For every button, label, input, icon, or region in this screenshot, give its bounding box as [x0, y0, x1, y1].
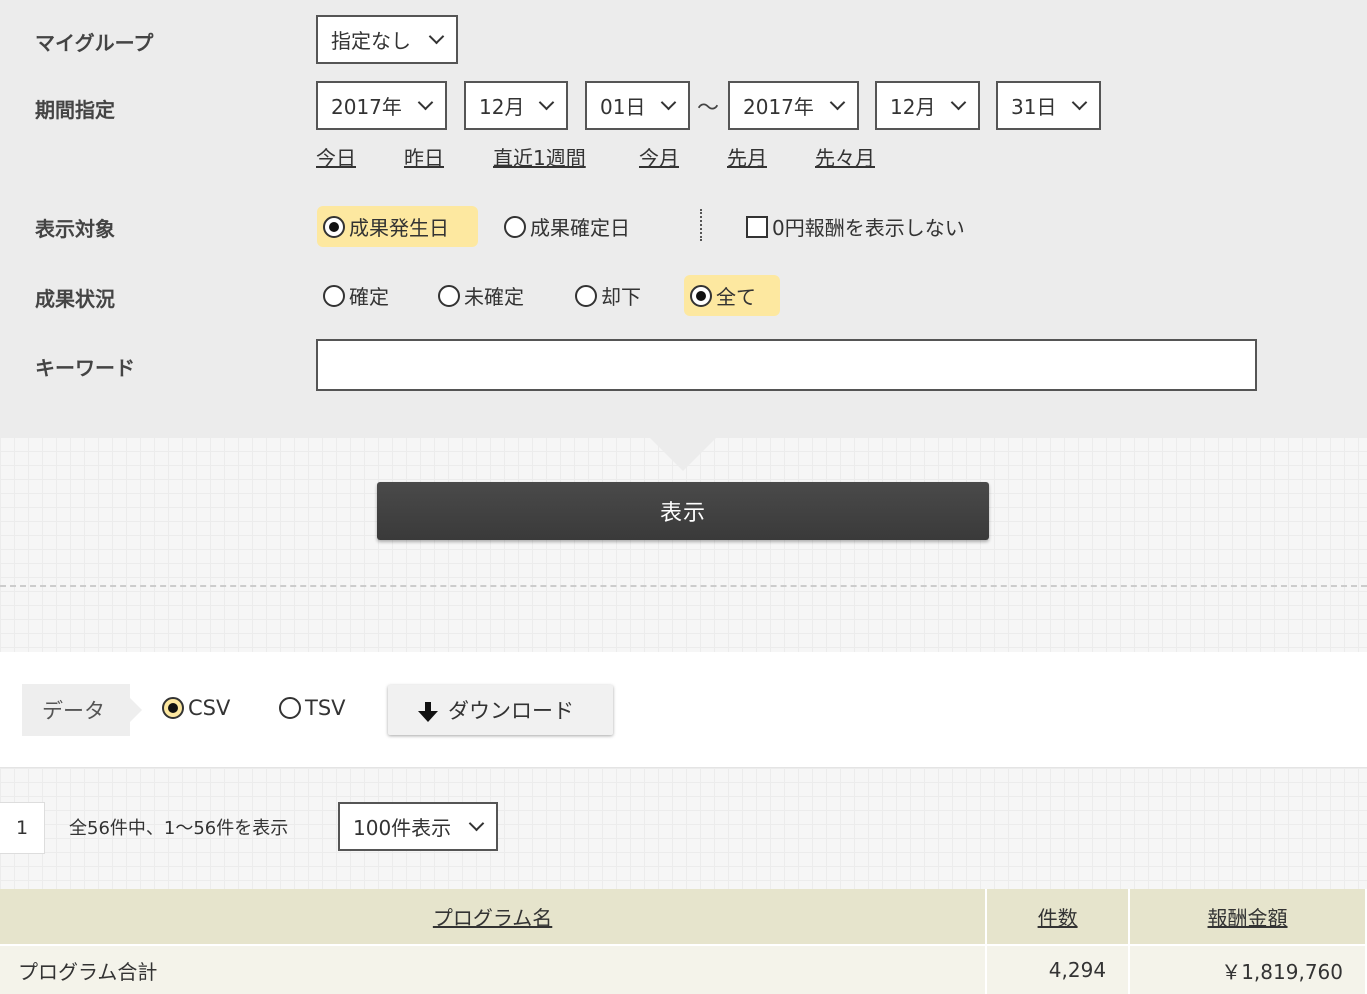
radio-unchecked-icon — [575, 284, 597, 307]
my-group-label: マイグループ — [35, 31, 154, 55]
quick-link-yesterday[interactable]: 昨日 — [404, 142, 444, 171]
column-header-reward-amount[interactable]: 報酬金額 — [1129, 889, 1367, 945]
start-month-value: 12月 — [479, 95, 525, 119]
radio-confirmed-date[interactable]: 成果確定日 — [498, 206, 644, 247]
radio-format-tsv[interactable]: TSV — [279, 688, 346, 728]
radio-format-csv-label: CSV — [188, 696, 231, 720]
download-button[interactable]: ダウンロード — [388, 685, 613, 735]
dashed-divider — [0, 585, 1367, 587]
radio-checked-icon — [162, 697, 184, 719]
page-number-1[interactable]: 1 — [0, 802, 45, 854]
radio-format-tsv-label: TSV — [305, 696, 346, 720]
hide-zero-reward-checkbox[interactable]: 0円報酬を表示しない — [740, 206, 979, 247]
chevron-down-icon — [538, 94, 555, 111]
radio-confirmed-date-label: 成果確定日 — [530, 216, 630, 240]
chevron-down-icon — [950, 94, 967, 111]
per-page-select[interactable]: 100件表示 — [338, 802, 498, 851]
end-day-value: 31日 — [1011, 95, 1057, 119]
radio-status-confirmed[interactable]: 確定 — [317, 275, 403, 316]
result-count-text: 全56件中、1～56件を表示 — [69, 818, 289, 839]
period-label: 期間指定 — [35, 98, 115, 122]
period-separator: ～ — [697, 96, 720, 121]
column-header-count[interactable]: 件数 — [986, 889, 1131, 945]
download-arrow-icon — [418, 702, 438, 724]
data-label: データ — [22, 684, 142, 736]
radio-unchecked-icon — [323, 284, 345, 307]
start-year-select[interactable]: 2017年 — [316, 81, 447, 130]
quick-link-this-month[interactable]: 今月 — [639, 142, 679, 171]
radio-occurrence-date-label: 成果発生日 — [349, 216, 449, 240]
keyword-input[interactable] — [316, 339, 1257, 391]
chevron-down-icon — [829, 94, 846, 111]
quick-link-today[interactable]: 今日 — [316, 142, 356, 171]
quick-link-last-month[interactable]: 先月 — [727, 142, 767, 171]
display-target-label: 表示対象 — [35, 217, 115, 241]
per-page-value: 100件表示 — [353, 816, 452, 840]
quick-link-two-months-ago[interactable]: 先々月 — [815, 142, 875, 171]
radio-status-unconfirmed[interactable]: 未確定 — [432, 275, 538, 316]
radio-checked-icon — [323, 215, 345, 238]
download-button-label: ダウンロード — [448, 699, 574, 723]
column-header-program-name[interactable]: プログラム名 — [0, 889, 988, 945]
search-form: マイグループ 指定なし 期間指定 2017年 12月 01日 ～ 2017年 1… — [0, 0, 1367, 437]
radio-status-confirmed-label: 確定 — [349, 285, 389, 309]
table-header-row: プログラム名 件数 報酬金額 — [0, 889, 1367, 945]
checkbox-icon — [746, 215, 768, 238]
keyword-label: キーワード — [35, 356, 135, 380]
start-day-select[interactable]: 01日 — [585, 81, 690, 130]
cell-count: 4,294 — [986, 944, 1131, 994]
cell-program-name: プログラム合計 — [0, 944, 988, 994]
table-row: プログラム合計 4,294 ￥1,819,760 — [0, 944, 1367, 994]
chevron-down-icon — [660, 94, 677, 111]
radio-format-csv[interactable]: CSV — [162, 688, 230, 728]
end-month-value: 12月 — [890, 95, 936, 119]
end-day-select[interactable]: 31日 — [996, 81, 1101, 130]
start-day-value: 01日 — [600, 95, 646, 119]
start-month-select[interactable]: 12月 — [464, 81, 568, 130]
start-year-value: 2017年 — [331, 95, 402, 119]
chevron-down-icon — [1071, 94, 1088, 111]
radio-status-rejected[interactable]: 却下 — [569, 275, 655, 316]
end-year-value: 2017年 — [743, 95, 814, 119]
radio-status-rejected-label: 却下 — [601, 285, 641, 309]
pointer-arrow — [649, 437, 717, 471]
cell-reward-amount: ￥1,819,760 — [1129, 944, 1367, 994]
quick-link-last-week[interactable]: 直近1週間 — [493, 142, 586, 171]
radio-checked-icon — [690, 284, 712, 307]
show-button[interactable]: 表示 — [377, 482, 989, 540]
divider — [700, 209, 702, 241]
end-month-select[interactable]: 12月 — [875, 81, 980, 130]
end-year-select[interactable]: 2017年 — [728, 81, 859, 130]
radio-unchecked-icon — [438, 284, 460, 307]
my-group-select[interactable]: 指定なし — [316, 15, 458, 64]
my-group-value: 指定なし — [331, 29, 411, 53]
radio-unchecked-icon — [504, 215, 526, 238]
radio-occurrence-date[interactable]: 成果発生日 — [317, 206, 478, 247]
radio-status-all[interactable]: 全て — [684, 275, 780, 316]
chevron-down-icon — [417, 94, 434, 111]
radio-unchecked-icon — [279, 697, 301, 719]
results-table: プログラム名 件数 報酬金額 プログラム合計 4,294 ￥1,819,760 — [0, 889, 1367, 994]
radio-status-all-label: 全て — [716, 285, 756, 309]
chevron-down-icon — [468, 815, 485, 832]
status-label: 成果状況 — [35, 287, 115, 311]
radio-status-unconfirmed-label: 未確定 — [464, 285, 524, 309]
chevron-down-icon — [428, 28, 445, 45]
hide-zero-reward-label: 0円報酬を表示しない — [772, 216, 965, 240]
